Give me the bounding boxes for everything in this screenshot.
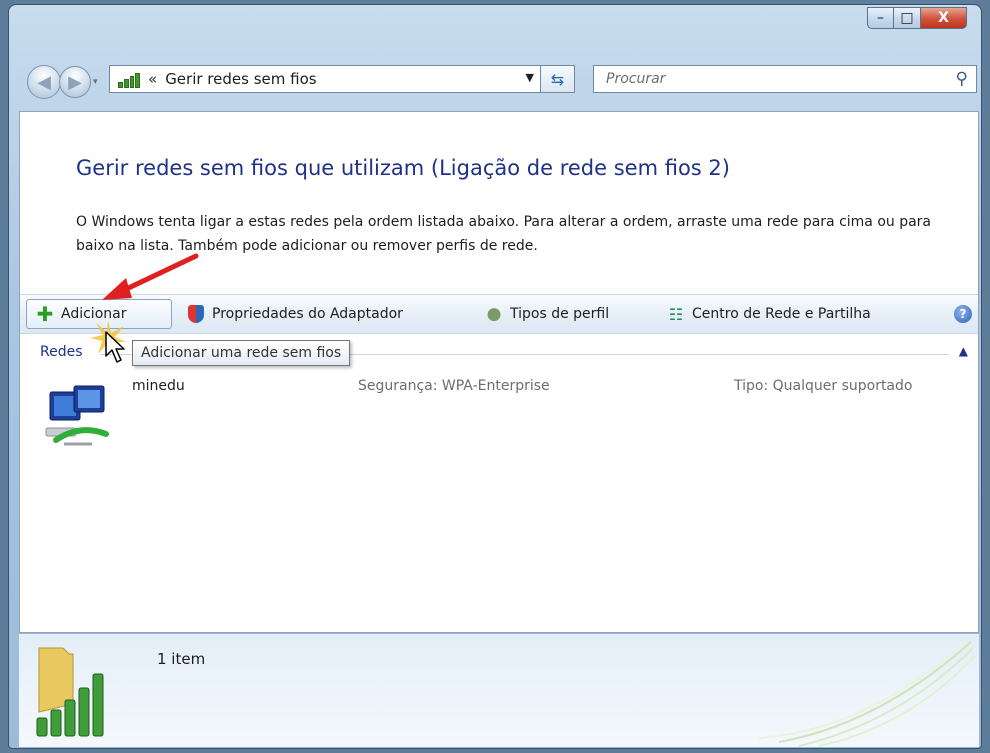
decorative-swoosh [759,637,976,747]
minimize-icon: – [877,10,884,26]
network-type: Tipo: Qualquer suportado [734,378,913,394]
user-icon: ● [486,304,502,324]
profile-types-button[interactable]: ● Tipos de perfil [476,299,610,329]
content-pane: Gerir redes sem fios que utilizam (Ligaç… [19,111,979,633]
wireless-network-icon [45,385,109,446]
adapter-properties-button[interactable]: Propriedades do Adaptador [182,299,403,329]
shield-icon [188,305,204,323]
adapter-properties-label: Propriedades do Adaptador [212,306,403,322]
tooltip: Adicionar uma rede sem fios [132,340,351,366]
wireless-folder-icon [36,647,104,737]
forward-arrow-icon: ▶ [68,71,82,93]
network-center-button[interactable]: ☷ Centro de Rede e Partilha [658,299,871,329]
recent-pages-dropdown[interactable]: ▾ [93,77,98,87]
refresh-icon: ⇆ [550,69,565,89]
search-box[interactable]: ⚲ [593,65,977,93]
maximize-button[interactable]: □ [894,7,921,29]
back-arrow-icon: ◀ [37,71,51,93]
title-bar: – □ X [9,5,981,55]
network-icon: ☷ [668,304,684,324]
search-input[interactable] [604,70,928,88]
page-description: O Windows tenta ligar a estas redes pela… [76,214,932,254]
caption-buttons: – □ X [867,7,967,29]
network-center-label: Centro de Rede e Partilha [692,306,871,322]
minimize-button[interactable]: – [867,7,894,29]
collapse-chevron-icon[interactable]: ▲ [959,344,968,358]
address-bar[interactable]: « Gerir redes sem fios ▼ [109,65,541,93]
command-bar: ✚ Adicionar Propriedades do Adaptador ● … [20,294,978,334]
item-count: 1 item [157,650,206,668]
help-icon[interactable]: ? [954,305,972,323]
plus-icon: ✚ [36,302,54,326]
close-button[interactable]: X [921,7,967,29]
app-window: – □ X ◀ ▶ ▾ « Gerir redes sem fios ▼ ⇆ ⚲… [8,4,982,749]
group-header-networks[interactable]: Redes [40,344,83,360]
search-icon[interactable]: ⚲ [956,69,968,89]
maximize-icon: □ [900,10,914,26]
details-pane: 1 item [19,633,979,747]
navigation-bar: ◀ ▶ ▾ « Gerir redes sem fios ▼ ⇆ ⚲ [9,57,981,103]
close-icon: X [938,10,949,26]
profile-types-label: Tipos de perfil [510,306,610,322]
network-name: minedu [132,378,185,394]
back-button[interactable]: ◀ [27,65,61,99]
refresh-button[interactable]: ⇆ [541,65,575,93]
forward-button[interactable]: ▶ [59,66,91,98]
page-title: Gerir redes sem fios que utilizam (Ligaç… [76,156,730,180]
wireless-signal-icon [118,70,140,88]
breadcrumb-overflow-chevron[interactable]: « [148,70,157,88]
breadcrumb-current[interactable]: Gerir redes sem fios [165,70,316,88]
address-dropdown-icon[interactable]: ▼ [526,71,534,84]
mouse-cursor-icon [105,331,125,363]
network-security: Segurança: WPA-Enterprise [358,378,550,394]
network-list-item[interactable]: minedu Segurança: WPA-Enterprise Tipo: Q… [44,376,964,456]
